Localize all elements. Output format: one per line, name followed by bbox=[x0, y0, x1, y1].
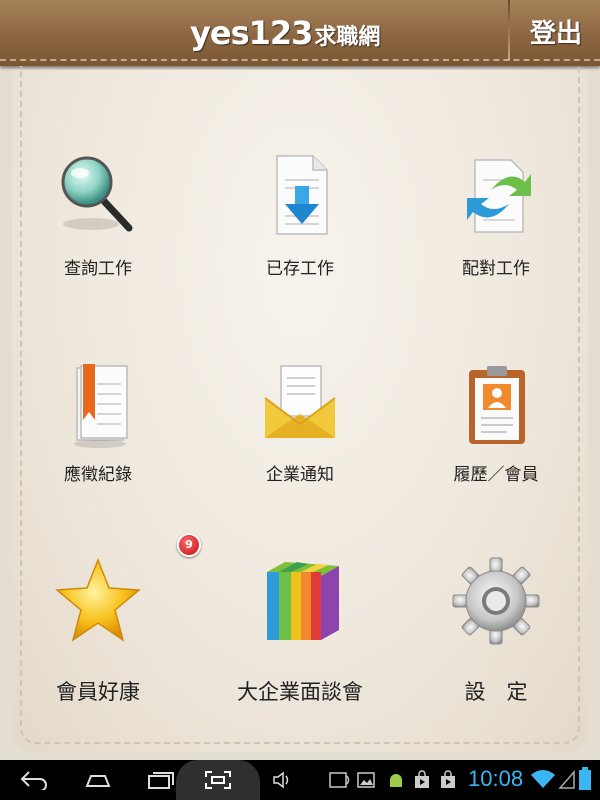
menu-resume-member[interactable]: 履歷／會員 bbox=[411, 362, 581, 485]
bookmark-document-icon bbox=[53, 362, 143, 452]
star-icon bbox=[53, 556, 143, 646]
notification-badge: 9 bbox=[177, 533, 201, 557]
menu-settings[interactable]: 設 定 bbox=[411, 556, 581, 706]
menu-label: 設 定 bbox=[464, 680, 528, 704]
battery-icon bbox=[578, 766, 592, 796]
menu-label: 查詢工作 bbox=[64, 259, 132, 279]
menu-job-fair[interactable]: 大企業面談會 bbox=[215, 556, 385, 706]
magnifier-icon bbox=[53, 150, 143, 240]
android-debug-icon bbox=[386, 770, 406, 794]
logout-button[interactable]: 登出 bbox=[512, 0, 600, 62]
menu-label: 會員好康 bbox=[56, 680, 140, 704]
color-blocks-icon bbox=[255, 556, 345, 646]
menu-member-benefits[interactable]: 會員好康 bbox=[13, 556, 183, 706]
brand-name: yes123 bbox=[190, 14, 313, 52]
menu-company-notices[interactable]: 企業通知 bbox=[215, 362, 385, 485]
back-arrow-icon bbox=[19, 770, 49, 790]
recent-apps-button[interactable] bbox=[140, 760, 180, 800]
back-button[interactable] bbox=[14, 760, 54, 800]
menu-label: 配對工作 bbox=[462, 259, 530, 279]
volume-icon bbox=[271, 770, 293, 790]
system-status-bar: 10:08 bbox=[0, 760, 600, 800]
home-button[interactable] bbox=[78, 760, 118, 800]
app-header: yes123求職網 登出 bbox=[0, 0, 600, 66]
menu-label: 應徵紀錄 bbox=[64, 465, 132, 485]
menu-label: 履歷／會員 bbox=[453, 465, 539, 485]
screenshot-icon bbox=[203, 769, 233, 791]
match-arrows-icon bbox=[451, 150, 541, 240]
signal-icon bbox=[558, 768, 576, 794]
menu-application-records[interactable]: 應徵紀錄 bbox=[13, 362, 183, 485]
app-logo: yes123求職網 bbox=[190, 14, 380, 52]
menu-match-jobs[interactable]: 配對工作 bbox=[411, 150, 581, 280]
store-bag-icon bbox=[412, 770, 432, 794]
status-clock: 10:08 bbox=[468, 766, 524, 791]
menu-label: 企業通知 bbox=[266, 465, 334, 485]
menu-search-jobs[interactable]: 查詢工作 bbox=[13, 150, 183, 280]
store-bag-icon bbox=[438, 770, 458, 794]
brand-subtitle: 求職網 bbox=[314, 25, 381, 50]
gallery-icon bbox=[356, 770, 376, 794]
gear-icon bbox=[451, 556, 541, 646]
screen-cast-icon bbox=[328, 770, 352, 794]
menu-label: 已存工作 bbox=[266, 259, 334, 279]
recent-apps-icon bbox=[145, 770, 175, 790]
menu-saved-jobs[interactable]: 已存工作 bbox=[215, 150, 385, 280]
wifi-icon bbox=[530, 768, 556, 794]
clipboard-resume-icon bbox=[451, 362, 541, 452]
screenshot-button[interactable] bbox=[176, 760, 260, 800]
download-document-icon bbox=[255, 150, 345, 240]
menu-label: 大企業面談會 bbox=[237, 680, 363, 704]
envelope-letter-icon bbox=[255, 362, 345, 452]
volume-button[interactable] bbox=[268, 760, 296, 800]
header-divider bbox=[508, 0, 510, 60]
home-icon bbox=[83, 770, 113, 790]
